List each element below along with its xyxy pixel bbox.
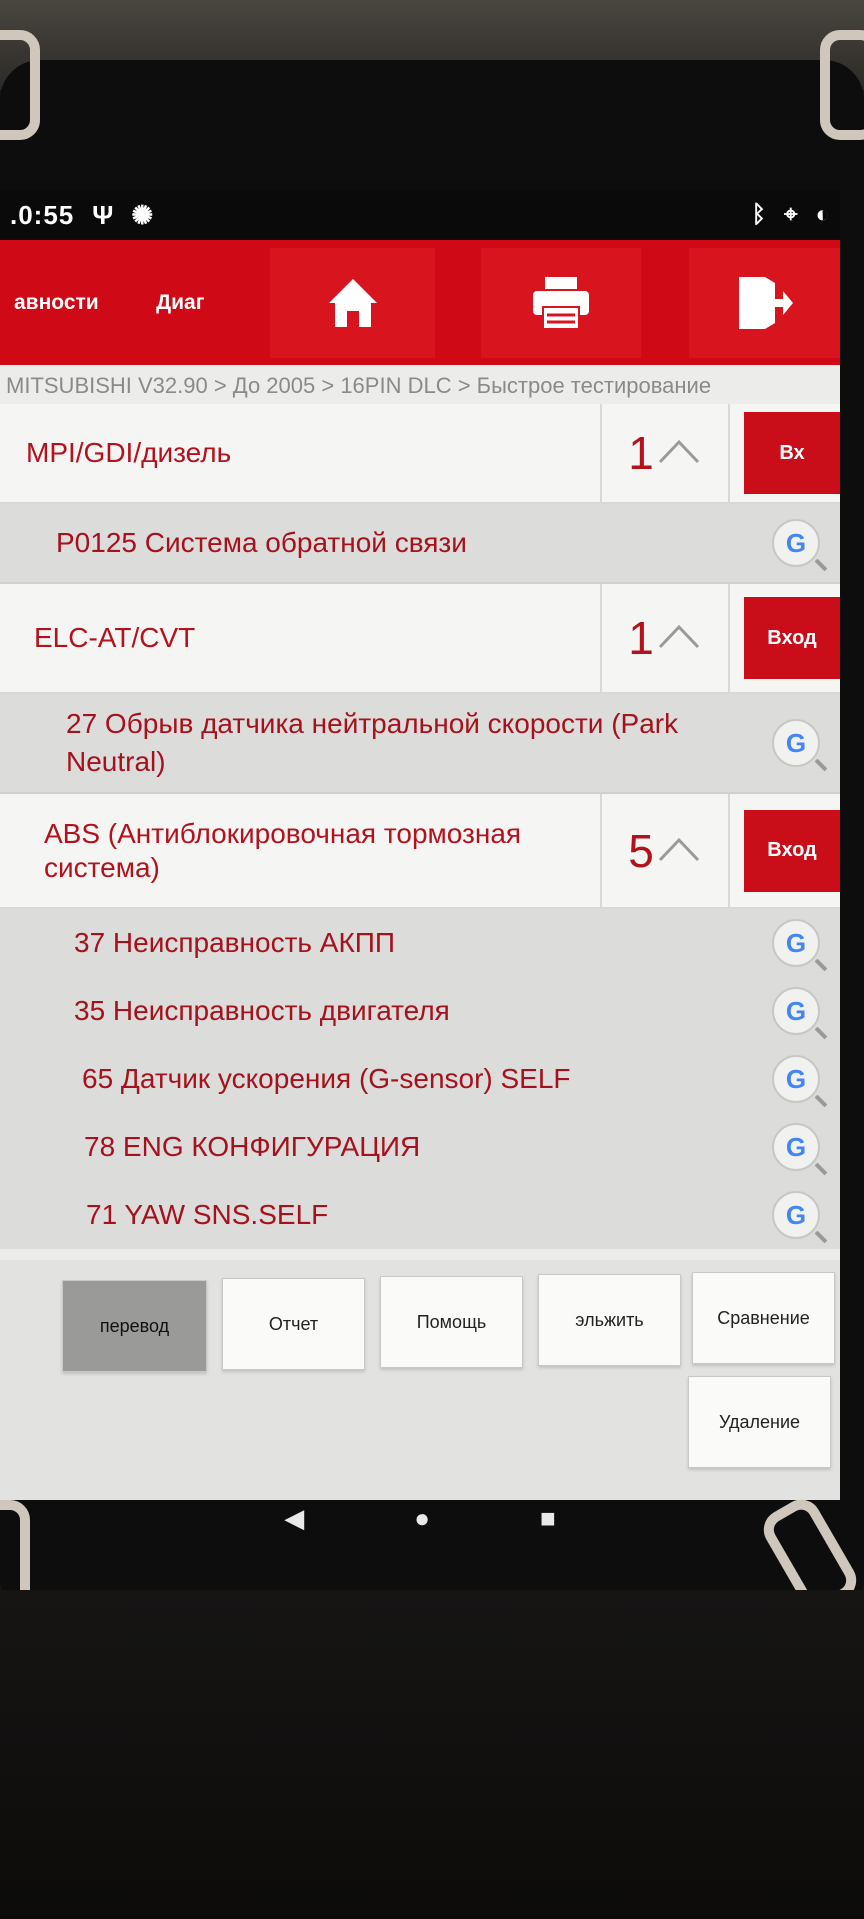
system-row-elc-at[interactable]: ELC-AT/CVT 1 Вход	[0, 584, 840, 694]
google-search-icon[interactable]: G	[772, 1123, 820, 1171]
dtc-text: 37 Неисправность АКПП	[74, 927, 396, 958]
system-code-count[interactable]: 1	[600, 404, 730, 502]
recents-icon[interactable]: ■	[540, 1503, 556, 1534]
system-name: ELC-AT/CVT	[34, 622, 196, 653]
status-time: .0:55	[10, 199, 75, 230]
chevron-up-icon	[658, 439, 699, 464]
breadcrumb: MITSUBISHI V32.90 > До 2005 > 16PIN DLC …	[6, 373, 712, 398]
google-search-icon[interactable]: G	[772, 1191, 820, 1239]
location-icon: ⌖	[783, 201, 798, 228]
system-code-count[interactable]: 5	[600, 794, 730, 907]
top-toolbar: авности Диаг	[0, 240, 840, 365]
exit-icon	[738, 276, 793, 329]
google-search-icon[interactable]: G	[772, 987, 820, 1035]
save-button[interactable]: эльжить	[538, 1274, 681, 1366]
enter-button[interactable]: Вх	[744, 412, 840, 494]
dtc-row: 37 Неисправность АКПП G	[0, 909, 840, 977]
system-row-mpi[interactable]: MPI/GDI/дизель 1 Вх	[0, 404, 840, 504]
photo-background-bottom	[0, 1590, 864, 1919]
home-button[interactable]	[270, 247, 435, 358]
system-code-count[interactable]: 1	[600, 584, 730, 692]
holder-clip-right	[820, 30, 864, 140]
back-icon[interactable]: ◀	[284, 1503, 304, 1534]
dtc-text: 27 Обрыв датчика нейтральной скорости (P…	[66, 708, 679, 777]
google-search-icon[interactable]: G	[772, 719, 820, 767]
dtc-row: P0125 Система обратной связи G	[0, 504, 840, 584]
home-nav-icon[interactable]: ●	[414, 1503, 430, 1534]
fault-list: MPI/GDI/дизель 1 Вх P0125 Система обратн…	[0, 404, 840, 1249]
vibrate-icon: ◐	[815, 201, 831, 228]
dtc-text: 71 YAW SNS.SELF	[86, 1199, 329, 1230]
dtc-row: 27 Обрыв датчика нейтральной скорости (P…	[0, 694, 840, 794]
exit-button[interactable]	[689, 247, 840, 358]
chevron-up-icon	[658, 837, 699, 861]
bug-icon: ✺	[131, 199, 154, 230]
google-search-icon[interactable]: G	[772, 519, 820, 567]
count-value: 5	[628, 824, 654, 877]
system-name: ABS (Антиблокировочная тормозная система…	[44, 817, 522, 883]
system-row-abs[interactable]: ABS (Антиблокировочная тормозная система…	[0, 794, 840, 909]
report-button[interactable]: Отчет	[222, 1278, 365, 1370]
enter-button[interactable]: Вход	[744, 597, 840, 679]
android-nav-bar: ◀ ● ■	[0, 1488, 840, 1548]
compare-button[interactable]: Сравнение	[692, 1272, 835, 1364]
help-button[interactable]: Помощь	[380, 1276, 523, 1368]
count-value: 1	[628, 427, 654, 479]
system-name: MPI/GDI/дизель	[26, 437, 232, 468]
google-search-icon[interactable]: G	[772, 919, 820, 967]
tab-diagnostics[interactable]: Диаг	[142, 291, 256, 315]
dtc-row: 35 Неисправность двигателя G	[0, 977, 840, 1045]
printer-icon	[533, 276, 590, 330]
dtc-text: 78 ENG КОНФИГУРАЦИЯ	[84, 1131, 421, 1162]
home-icon	[328, 278, 377, 327]
delete-button[interactable]: Удаление	[688, 1376, 831, 1468]
bottom-action-bar: перевод Отчет Помощь эльжить Сравнение У…	[0, 1260, 840, 1500]
translate-button[interactable]: перевод	[62, 1280, 207, 1372]
chevron-up-icon	[658, 624, 699, 649]
dtc-row: 71 YAW SNS.SELF G	[0, 1181, 840, 1249]
dtc-text: P0125 Система обратной связи	[56, 527, 467, 558]
holder-clip-left	[0, 30, 40, 140]
enter-button[interactable]: Вход	[744, 809, 840, 892]
google-search-icon[interactable]: G	[772, 1055, 820, 1103]
tab-faults[interactable]: авности	[0, 291, 142, 315]
dtc-text: 65 Датчик ускорения (G-sensor) SELF	[82, 1063, 571, 1094]
dtc-row: 65 Датчик ускорения (G-sensor) SELF G	[0, 1045, 840, 1113]
dtc-text: 35 Неисправность двигателя	[74, 995, 450, 1026]
print-button[interactable]	[480, 247, 642, 358]
status-bar: .0:55 Ψ ✺ ᛒ ⌖ ◐	[0, 190, 840, 240]
usb-icon: Ψ	[92, 199, 114, 230]
count-value: 1	[628, 612, 654, 664]
bluetooth-icon: ᛒ	[751, 201, 766, 228]
tablet-screen: .0:55 Ψ ✺ ᛒ ⌖ ◐ авности Диаг MITSUBISHI …	[0, 190, 840, 1500]
dtc-row: 78 ENG КОНФИГУРАЦИЯ G	[0, 1113, 840, 1181]
